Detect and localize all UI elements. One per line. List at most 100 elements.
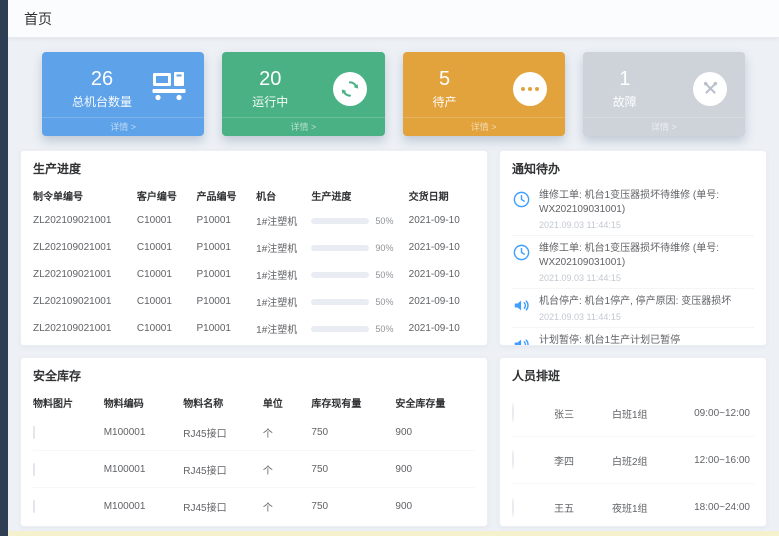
notification-text: 维修工单: 机台1变压器损坏待维修 (单号: WX202109031001): [539, 189, 754, 217]
order-no: ZL202109021001: [33, 215, 137, 226]
table-row: ZL202109021001 C10001 P10001 1#注塑机 50 20…: [33, 288, 475, 315]
notification-time: 2021.09.03 11:44:15: [539, 220, 754, 230]
material-unit: 个: [263, 425, 312, 440]
machine: 1#注塑机: [256, 267, 311, 282]
column-header: 客户编号: [137, 188, 197, 203]
panel-title: 人员排班: [512, 367, 754, 384]
order-no: ZL202109021001: [33, 296, 137, 307]
avatar: [512, 403, 514, 422]
notification-body: 维修工单: 机台1变压器损坏待维修 (单号: WX202109031001) 2…: [539, 189, 754, 230]
stock-quantity: 750: [311, 464, 395, 475]
stat-card-total-machines[interactable]: 26 总机台数量: [42, 52, 204, 136]
schedule-row: 张三 白班1组 09:00~12:00: [512, 390, 754, 437]
notification-item[interactable]: 机台停产: 机台1停产, 停产原因: 变压器损坏 2021.09.03 11:4…: [512, 289, 754, 328]
progress-percent: 50: [375, 270, 393, 280]
progress-percent: 50: [375, 297, 393, 307]
progress-percent: 90: [375, 243, 393, 253]
product-no: P10001: [197, 242, 257, 253]
stat-value: 1: [613, 68, 637, 90]
notification-item[interactable]: 维修工单: 机台1变压器损坏待维修 (单号: WX202109031001) 2…: [512, 236, 754, 289]
dashboard-content: 26 总机台数量: [8, 38, 779, 531]
product-no: P10001: [197, 323, 257, 334]
delivery-date: 2021-09-10: [409, 323, 475, 334]
avatar: [512, 450, 514, 469]
stat-card-main: 5 待产: [433, 68, 457, 110]
table-row: M100001 RJ45接口 个 750 900: [33, 414, 475, 451]
customer-no: C10001: [137, 296, 197, 307]
shift-name: 夜班1组: [612, 500, 690, 515]
customer-no: C10001: [137, 323, 197, 334]
notification-item[interactable]: 计划暂停: 机台1生产计划已暂停 2021.09.03 11:44:15: [512, 328, 754, 346]
machine-icon: [152, 71, 186, 106]
stat-card-main: 26 总机台数量: [72, 68, 132, 110]
product-no: P10001: [197, 296, 257, 307]
staff-schedule-panel: 人员排班 张三 白班1组 09:00~12:00 李四 白班2组 12:00~1…: [499, 357, 767, 527]
stat-value: 20: [252, 68, 288, 90]
panel-title: 生产进度: [33, 160, 475, 177]
stat-card-pending[interactable]: 5 待产 详情 >: [403, 52, 565, 136]
avatar: [512, 498, 514, 517]
table-row: ZL202109021001 C10001 P10001 1#注塑机 50 20…: [33, 207, 475, 234]
notification-body: 计划暂停: 机台1生产计划已暂停 2021.09.03 11:44:15: [539, 334, 680, 346]
stat-card-running[interactable]: 20 运行中 详情 >: [222, 52, 384, 136]
shift-time: 12:00~16:00: [690, 455, 754, 466]
material-name: RJ45接口: [183, 462, 263, 477]
column-header: 物料图片: [33, 395, 104, 410]
notification-text: 机台停产: 机台1停产, 停产原因: 变压器损坏: [539, 295, 731, 309]
material-name: RJ45接口: [183, 499, 263, 514]
material-image: [33, 426, 35, 439]
staff-name: 王五: [554, 500, 612, 515]
pending-icon: [513, 72, 547, 106]
delivery-date: 2021-09-10: [409, 215, 475, 226]
machine: 1#注塑机: [256, 294, 311, 309]
safety-stock-quantity: 900: [395, 501, 475, 512]
notification-text: 维修工单: 机台1变压器损坏待维修 (单号: WX202109031001): [539, 242, 754, 270]
product-no: P10001: [197, 269, 257, 280]
machine: 1#注塑机: [256, 321, 311, 336]
inventory-table-header: 物料图片 物料编码 物料名称 单位 库存现有量 安全库存量: [33, 390, 475, 414]
notifications-panel: 通知待办 维修工单: 机台1变压器损坏待维修 (单号: WX2021090310…: [499, 150, 767, 346]
detail-link[interactable]: 详情 >: [583, 117, 745, 136]
stat-label: 总机台数量: [72, 93, 132, 110]
product-no: P10001: [197, 215, 257, 226]
column-header: 物料编码: [104, 395, 184, 410]
stat-label: 待产: [433, 93, 457, 110]
table-row: ZL202109021001 C10001 P10001 1#注塑机 50 20…: [33, 315, 475, 342]
material-image: [33, 463, 35, 476]
notification-item[interactable]: 维修工单: 机台1变压器损坏待维修 (单号: WX202109031001) 2…: [512, 183, 754, 236]
detail-link[interactable]: 详情 >: [403, 117, 565, 136]
customer-no: C10001: [137, 269, 197, 280]
detail-link[interactable]: 详情 >: [222, 117, 384, 136]
speaker-icon: [512, 335, 531, 346]
panel-title: 通知待办: [512, 160, 754, 177]
panel-title: 安全库存: [33, 367, 475, 384]
stat-label: 运行中: [252, 93, 288, 110]
production-progress-panel: 生产进度 制令单编号 客户编号 产品编号 机台 生产进度 交货日期 ZL2021…: [20, 150, 488, 346]
shift-time: 09:00~12:00: [690, 408, 754, 419]
dashboard-page: 首页 26 总机台数量: [8, 0, 779, 531]
running-icon: [333, 72, 367, 106]
material-unit: 个: [263, 499, 312, 514]
table-row: ZL202109021001 C10001 P10001 1#注塑机 90 20…: [33, 234, 475, 261]
detail-link[interactable]: 详情 >: [42, 117, 204, 136]
progress-cell: 50: [311, 270, 408, 280]
column-header: 生产进度: [311, 188, 408, 203]
progress-track: [311, 245, 369, 251]
safety-inventory-panel: 安全库存 物料图片 物料编码 物料名称 单位 库存现有量 安全库存量 M1000…: [20, 357, 488, 527]
order-no: ZL202109021001: [33, 269, 137, 280]
material-code: M100001: [104, 427, 184, 438]
speaker-icon: [512, 296, 531, 315]
machine: 1#注塑机: [256, 213, 311, 228]
delivery-date: 2021-09-10: [409, 269, 475, 280]
top-header: 首页: [8, 0, 779, 38]
staff-name: 李四: [554, 453, 612, 468]
production-table-header: 制令单编号 客户编号 产品编号 机台 生产进度 交货日期: [33, 183, 475, 207]
table-row: M100001 RJ45接口 个 750 900: [33, 488, 475, 525]
progress-track: [311, 299, 369, 305]
progress-percent: 50: [375, 216, 393, 226]
stat-card-fault[interactable]: 1 故障 详情 >: [583, 52, 745, 136]
column-header: 机台: [256, 188, 311, 203]
safety-stock-quantity: 900: [395, 427, 475, 438]
progress-cell: 50: [311, 216, 408, 226]
machine: 1#注塑机: [256, 240, 311, 255]
